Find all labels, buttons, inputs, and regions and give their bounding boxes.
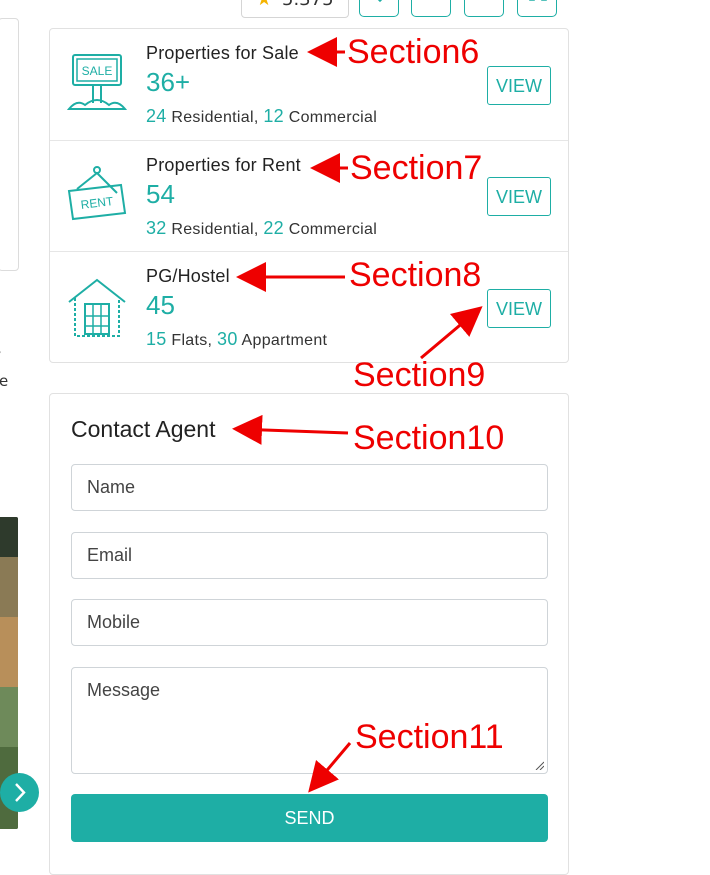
annotation-section10: Section10	[353, 419, 505, 457]
annotation-section9: Section9	[353, 356, 486, 394]
annotation-section11: Section11	[355, 718, 504, 756]
annotation-section7: Section7	[350, 149, 483, 187]
annotation-section6: Section6	[347, 33, 480, 71]
annotation-section8: Section8	[349, 256, 482, 294]
